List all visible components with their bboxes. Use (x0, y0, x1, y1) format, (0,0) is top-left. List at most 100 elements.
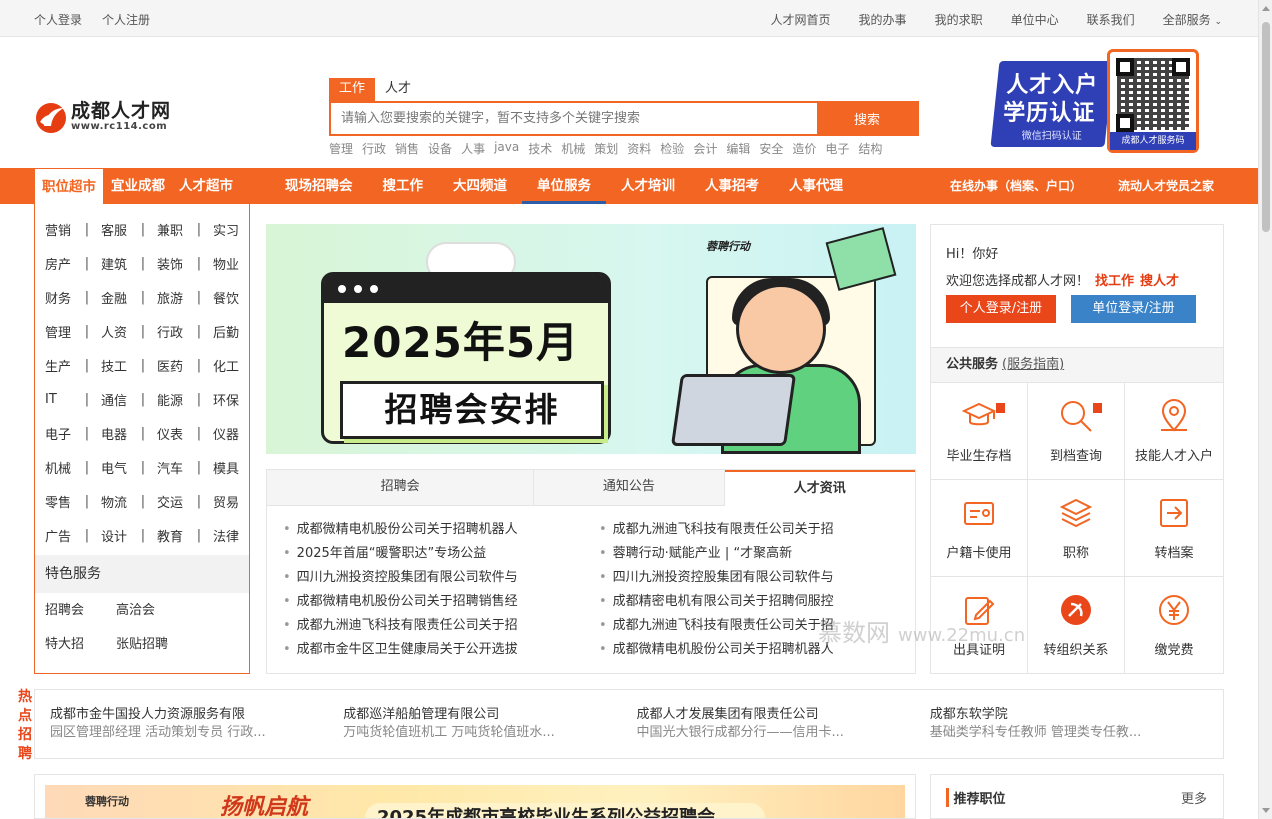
news-item[interactable]: 成都市金牛区卫生健康局关于公开选拔 (283, 638, 537, 662)
scroll-up-icon[interactable] (1262, 6, 1270, 11)
category-item[interactable]: 金融 (101, 288, 129, 307)
company-name[interactable]: 成都东软学院 (930, 706, 1223, 724)
scroll-thumb[interactable] (1262, 22, 1270, 232)
hot-keyword[interactable]: java (494, 140, 519, 157)
personal-login-button[interactable]: 个人登录/注册 (946, 295, 1056, 323)
service-transfer-archive[interactable]: 转档案 (1125, 480, 1223, 577)
service-party-fee[interactable]: 缴党费 (1125, 577, 1223, 674)
hot-keyword[interactable]: 销售 (395, 140, 419, 157)
news-item[interactable]: 成都微精电机股份公司关于招聘机器人 (599, 638, 849, 662)
category-item[interactable]: 人资 (101, 322, 129, 341)
service-party-transfer[interactable]: 转组织关系 (1028, 577, 1125, 674)
contact-link[interactable]: 联系我们 (1087, 11, 1135, 28)
nav-link-online-affairs[interactable]: 在线办事（档案、户口） (950, 168, 1082, 204)
category-item[interactable]: 交运 (157, 492, 185, 511)
category-item[interactable]: 医药 (157, 356, 185, 375)
personal-login-link[interactable]: 个人登录 (34, 11, 82, 28)
category-item[interactable]: 兼职 (157, 220, 185, 239)
news-item[interactable]: 成都微精电机股份公司关于招聘机器人 (283, 518, 537, 542)
hot-keyword[interactable]: 结构 (858, 140, 882, 157)
news-item[interactable]: 成都九洲迪飞科技有限责任公司关于招 (283, 614, 537, 638)
company-name[interactable]: 成都巡洋船舶管理有限公司 (343, 706, 636, 724)
find-job-link[interactable]: 找工作 (1095, 274, 1134, 289)
find-talent-link[interactable]: 搜人才 (1140, 274, 1179, 289)
company-jobs[interactable]: 园区管理部经理 活动策划专员 行政... (50, 724, 343, 742)
hot-keyword[interactable]: 人事 (461, 140, 485, 157)
hot-keyword[interactable]: 会计 (693, 140, 717, 157)
my-affairs-link[interactable]: 我的办事 (859, 11, 907, 28)
news-item[interactable]: 成都九洲迪飞科技有限责任公司关于招 (599, 614, 849, 638)
tab-job-fair[interactable]: 招聘会 (267, 470, 535, 505)
category-item[interactable]: 机械 (45, 458, 73, 477)
nav-tab-talent-market[interactable]: 人才超市 (172, 168, 240, 204)
category-item[interactable]: 法律 (213, 526, 245, 545)
nav-link-job-fair[interactable]: 现场招聘会 (270, 168, 368, 204)
scroll-down-icon[interactable] (1262, 808, 1270, 813)
more-link[interactable]: 更多 (1181, 788, 1207, 807)
hot-keyword[interactable]: 编辑 (726, 140, 750, 157)
service-archive-query[interactable]: 到档查询 (1028, 383, 1125, 480)
job-fair-banner[interactable]: 2025年5月 招聘会安排 蓉聘行动 (266, 224, 916, 454)
hot-keyword[interactable]: 造价 (792, 140, 816, 157)
site-logo[interactable]: 成都人才网 www.rc114.com (34, 100, 171, 134)
category-item[interactable]: 通信 (101, 390, 129, 409)
hot-company[interactable]: 成都东软学院 基础类学科专任教师 管理类专任教... (930, 706, 1223, 758)
search-button[interactable]: 搜索 (817, 103, 917, 134)
news-item[interactable]: 成都微精电机股份公司关于招聘销售经 (283, 590, 537, 614)
category-item[interactable]: 广告 (45, 526, 73, 545)
category-item[interactable]: IT (45, 392, 73, 407)
hot-company[interactable]: 成都市金牛国投人力资源服务有限 园区管理部经理 活动策划专员 行政... (50, 706, 343, 758)
my-jobs-link[interactable]: 我的求职 (935, 11, 983, 28)
home-link[interactable]: 人才网首页 (771, 11, 831, 28)
hot-keyword[interactable]: 策划 (594, 140, 618, 157)
news-item[interactable]: 成都精密电机有限公司关于招聘伺服控 (599, 590, 849, 614)
nav-link-training[interactable]: 人才培训 (606, 168, 690, 204)
category-item[interactable]: 仪表 (157, 424, 185, 443)
nav-link-exams[interactable]: 人事招考 (690, 168, 774, 204)
news-item[interactable]: 2025年首届“暖警职达”专场公益 (283, 542, 537, 566)
category-item[interactable]: 电器 (101, 424, 129, 443)
tab-notices[interactable]: 通知公告 (534, 470, 725, 505)
nav-link-search-jobs[interactable]: 搜工作 (368, 168, 439, 204)
company-login-button[interactable]: 单位登录/注册 (1071, 295, 1196, 323)
category-item[interactable]: 营销 (45, 220, 73, 239)
category-item[interactable]: 房产 (45, 254, 73, 273)
talent-registration-promo[interactable]: 人才入户 学历认证 微信扫码认证 成都人才服务码 (990, 47, 1217, 159)
hot-keyword[interactable]: 管理 (329, 140, 353, 157)
category-item[interactable]: 电子 (45, 424, 73, 443)
company-name[interactable]: 成都人才发展集团有限责任公司 (637, 706, 930, 724)
company-center-link[interactable]: 单位中心 (1011, 11, 1059, 28)
category-item[interactable]: 电气 (101, 458, 129, 477)
company-jobs[interactable]: 基础类学科专任教师 管理类专任教... (930, 724, 1223, 742)
special-item[interactable]: 招聘会 (45, 601, 116, 635)
category-item[interactable]: 环保 (213, 390, 245, 409)
category-item[interactable]: 零售 (45, 492, 73, 511)
category-item[interactable]: 客服 (101, 220, 129, 239)
hot-keyword[interactable]: 资料 (627, 140, 651, 157)
all-services-menu[interactable]: 全部服务 ⌄ (1163, 11, 1222, 28)
hot-company[interactable]: 成都人才发展集团有限责任公司 中国光大银行成都分行——信用卡... (637, 706, 930, 758)
nav-tab-job-market[interactable]: 职位超市 (34, 168, 104, 204)
category-item[interactable]: 仪器 (213, 424, 245, 443)
search-tab-talent[interactable]: 人才 (375, 78, 421, 101)
category-item[interactable]: 技工 (101, 356, 129, 375)
news-item[interactable]: 蓉聘行动·赋能产业 | “才聚高新 (599, 542, 849, 566)
hot-keyword[interactable]: 技术 (528, 140, 552, 157)
personal-register-link[interactable]: 个人注册 (102, 11, 150, 28)
category-item[interactable]: 建筑 (101, 254, 129, 273)
news-item[interactable]: 四川九洲投资控股集团有限公司软件与 (599, 566, 849, 590)
category-item[interactable]: 旅游 (157, 288, 185, 307)
nav-link-party-home[interactable]: 流动人才党员之家 (1118, 168, 1214, 204)
search-tab-jobs[interactable]: 工作 (329, 78, 376, 101)
category-item[interactable]: 餐饮 (213, 288, 245, 307)
category-item[interactable]: 装饰 (157, 254, 185, 273)
category-item[interactable]: 设计 (101, 526, 129, 545)
page-scrollbar[interactable] (1258, 0, 1272, 819)
hot-keyword[interactable]: 电子 (825, 140, 849, 157)
news-item[interactable]: 成都九洲迪飞科技有限责任公司关于招 (599, 518, 849, 542)
service-guide-link[interactable]: (服务指南) (1002, 357, 1064, 372)
category-item[interactable]: 能源 (157, 390, 185, 409)
category-item[interactable]: 模具 (213, 458, 245, 477)
hot-keyword[interactable]: 机械 (561, 140, 585, 157)
graduate-fair-banner[interactable]: 蓉聘行动 扬帆启航 2025年成都市高校毕业生系列公益招聘会 (34, 774, 916, 819)
